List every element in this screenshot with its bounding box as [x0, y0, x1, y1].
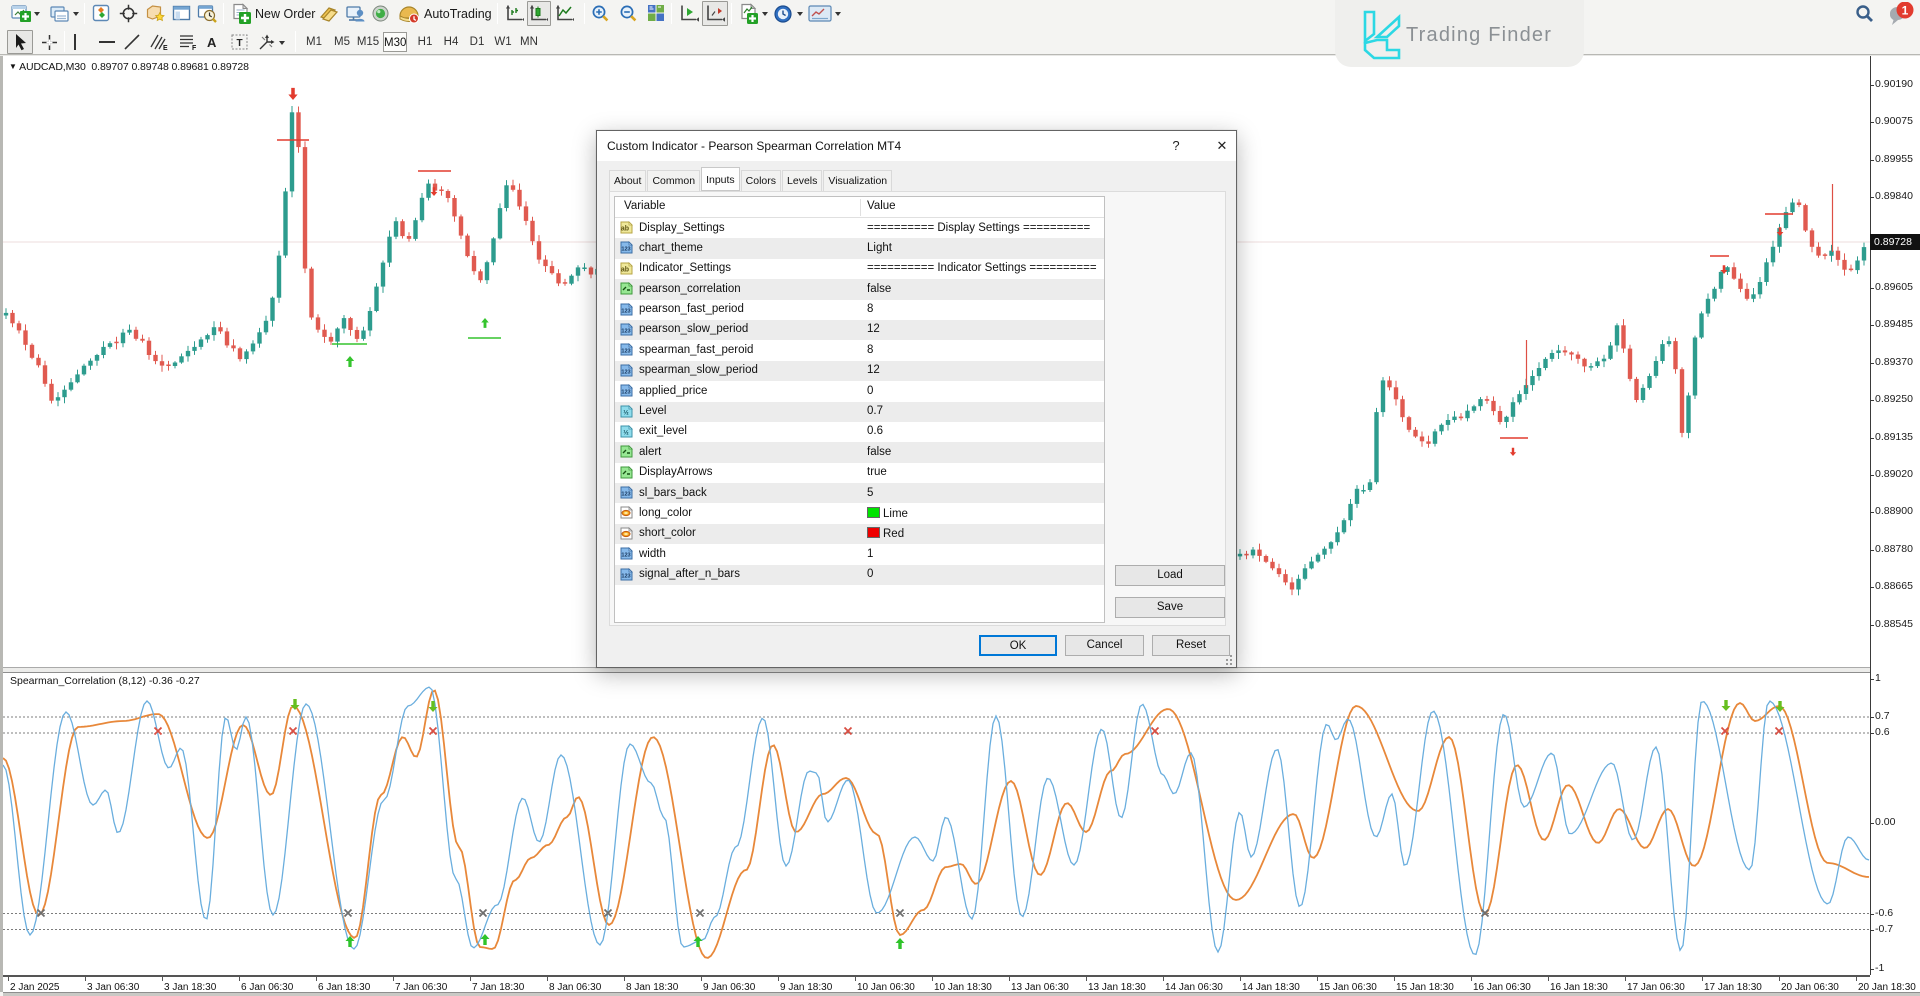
svg-text:123: 123	[621, 328, 630, 334]
svg-text:123: 123	[621, 369, 630, 375]
svg-text:123: 123	[621, 390, 630, 396]
svg-text:F: F	[192, 45, 197, 51]
svg-text:1: 1	[1902, 4, 1909, 18]
svg-text:ab: ab	[621, 226, 629, 233]
svg-text:ab: ab	[621, 266, 629, 273]
svg-text:123: 123	[621, 308, 630, 314]
svg-text:123: 123	[621, 247, 630, 253]
svg-text:123: 123	[621, 349, 630, 355]
svg-text:123: 123	[621, 492, 630, 498]
svg-text:123: 123	[621, 573, 630, 579]
svg-text:123: 123	[621, 553, 630, 559]
svg-text:E: E	[163, 45, 168, 51]
svg-text:½: ½	[623, 408, 629, 416]
svg-text:T: T	[236, 38, 242, 49]
svg-text:½: ½	[623, 428, 629, 436]
